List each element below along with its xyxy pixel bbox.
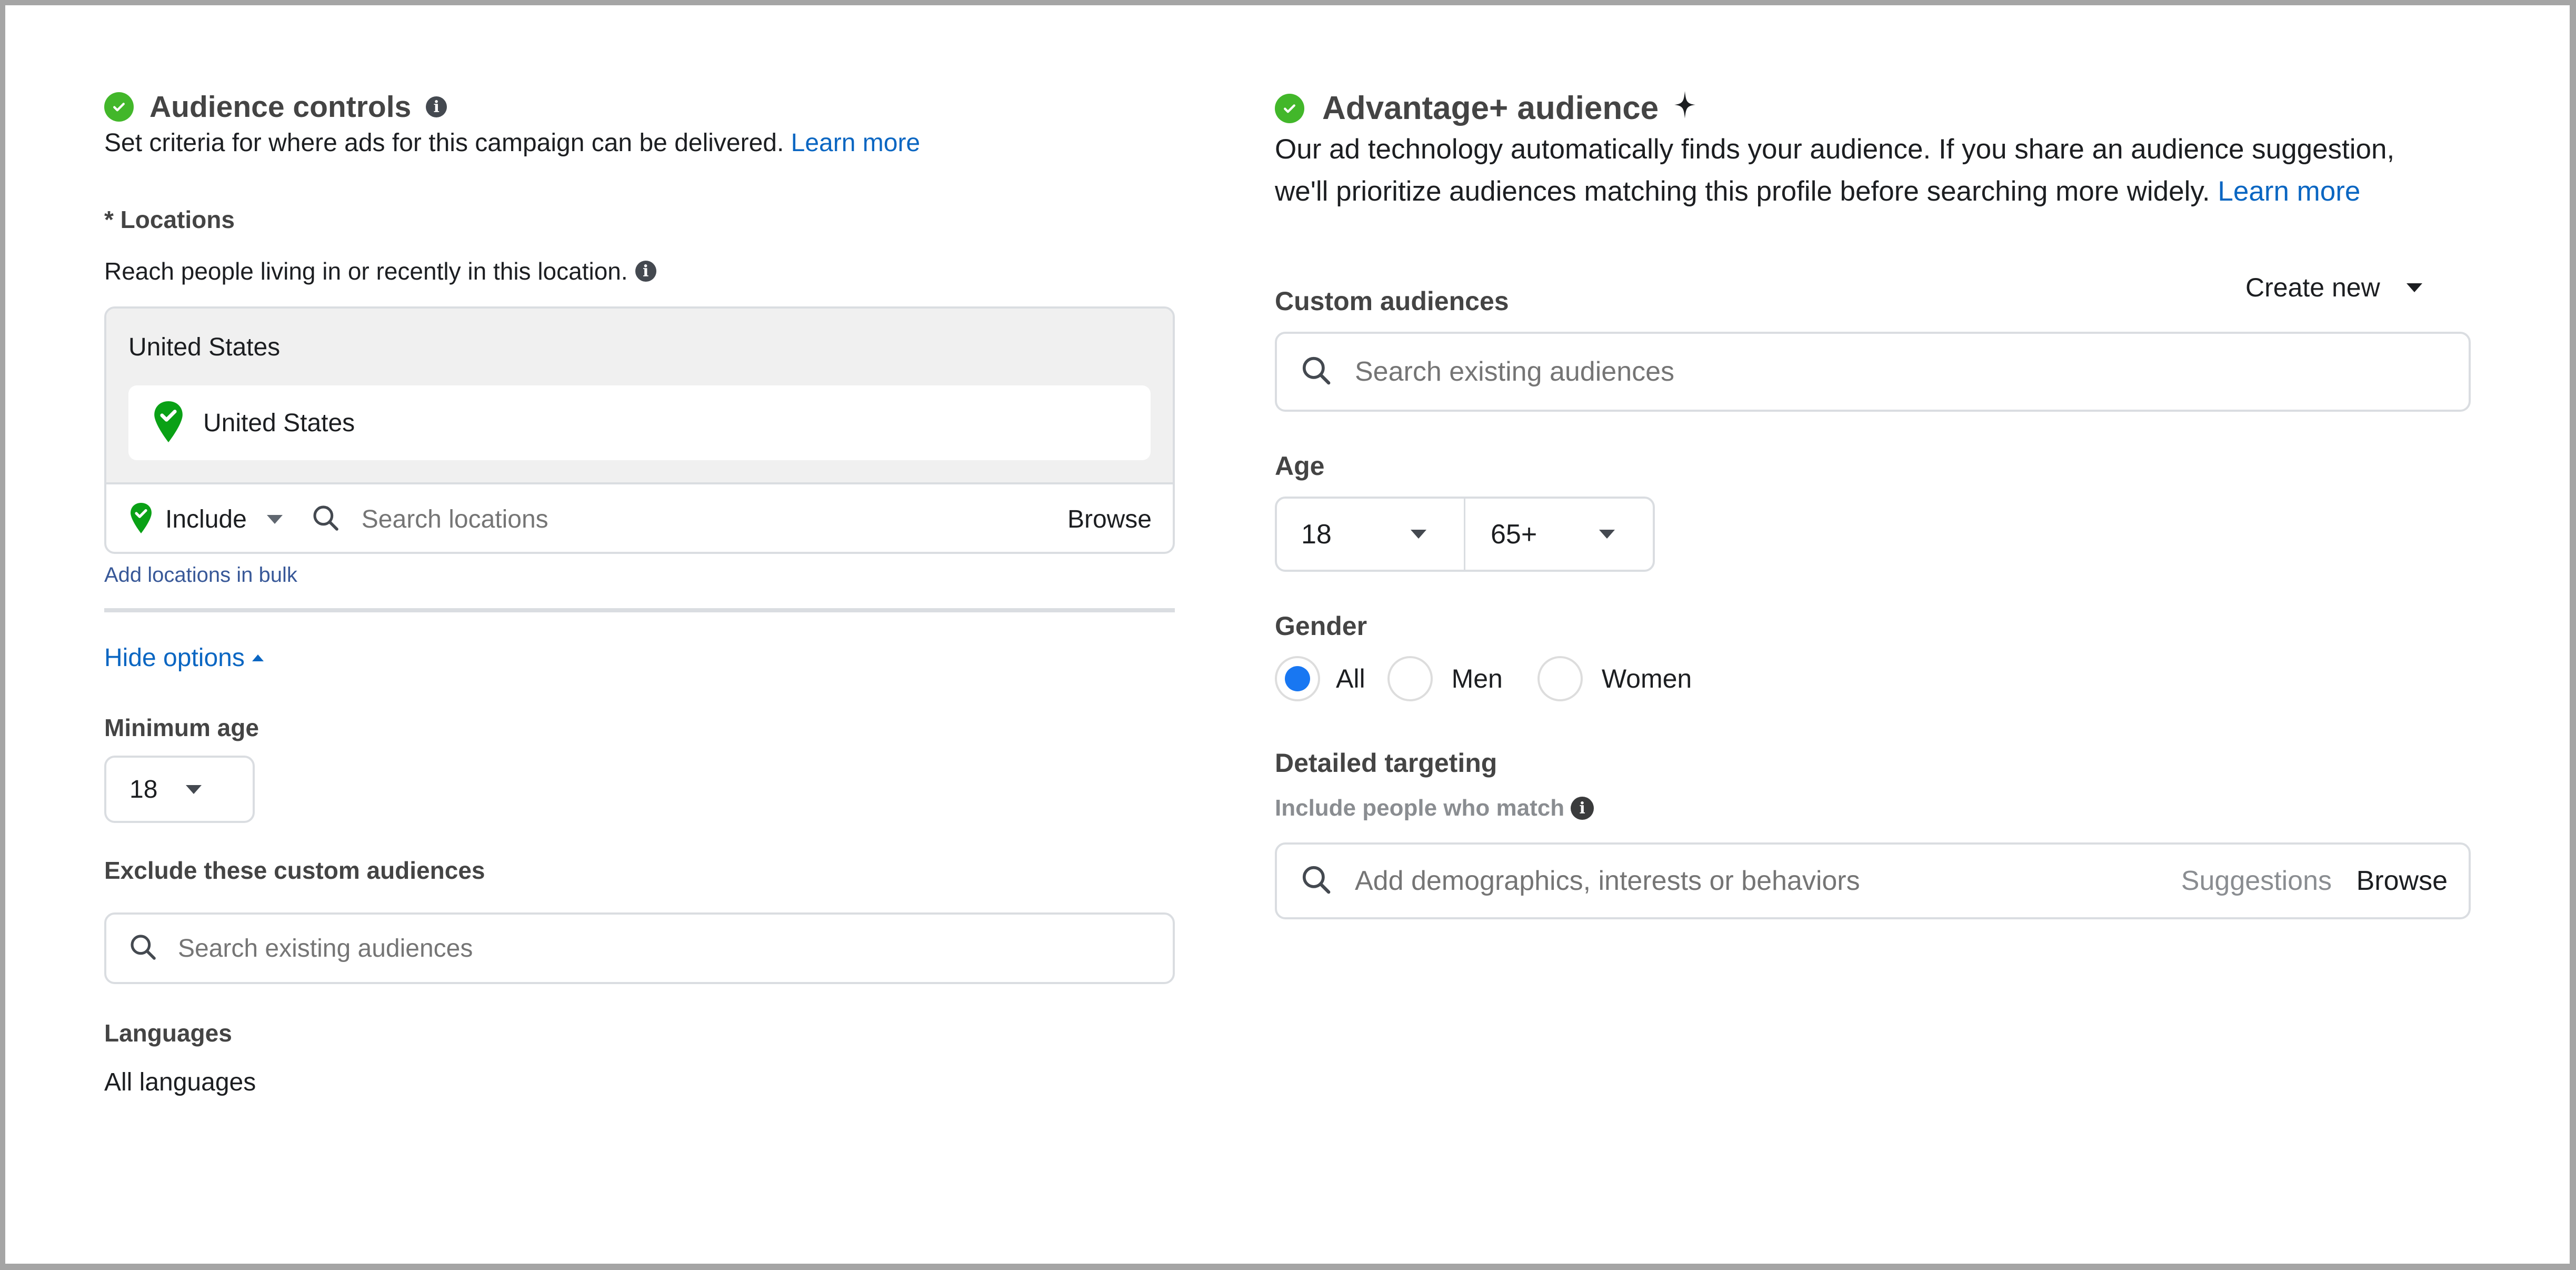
gender-option-label: Women [1601, 664, 1692, 693]
hide-options-toggle[interactable]: Hide options [104, 643, 264, 672]
age-label: Age [1275, 451, 1325, 481]
locations-selected-group: United States United States [106, 309, 1173, 484]
search-icon [128, 932, 158, 965]
search-locations-input[interactable] [360, 504, 994, 534]
advantage-audience-title: Advantage+ audience [1322, 90, 1659, 126]
browse-locations-button[interactable]: Browse [1067, 505, 1152, 534]
minimum-age-label: Minimum age [104, 714, 259, 741]
browse-targeting-button[interactable]: Browse [2357, 865, 2448, 897]
age-min-value: 18 [1301, 519, 1332, 550]
languages-label: Languages [104, 1019, 232, 1047]
check-circle-icon [104, 92, 134, 122]
age-range-selector: 18 65+ [1275, 497, 1655, 572]
minimum-age-dropdown[interactable]: 18 [104, 756, 255, 823]
audience-controls-header: Audience controls i [104, 90, 447, 124]
age-max-value: 65+ [1491, 519, 1537, 550]
create-new-label: Create new [2245, 273, 2380, 302]
include-label: Include [165, 505, 247, 533]
radio-unselected[interactable] [1537, 656, 1583, 701]
custom-audiences-label: Custom audiences [1275, 286, 1509, 316]
advantage-description: Our ad technology automatically finds yo… [1275, 128, 2394, 213]
audience-controls-title: Audience controls [149, 90, 412, 124]
info-icon[interactable]: i [1571, 797, 1594, 820]
search-icon [311, 503, 341, 535]
gender-option-label: All [1336, 664, 1365, 693]
create-new-dropdown[interactable]: Create new [2245, 272, 2422, 303]
chevron-down-icon [1599, 530, 1615, 539]
location-pin-check-icon [153, 401, 184, 445]
location-group-title: United States [128, 333, 281, 361]
info-icon[interactable]: i [426, 96, 447, 117]
radio-selected[interactable] [1275, 656, 1320, 701]
chevron-down-icon [2406, 283, 2422, 292]
location-item-label: United States [203, 409, 355, 437]
custom-audiences-search[interactable] [1275, 332, 2471, 412]
age-min-dropdown[interactable]: 18 [1277, 499, 1465, 570]
description-line-1: Our ad technology automatically finds yo… [1275, 134, 2395, 165]
languages-value[interactable]: All languages [104, 1068, 256, 1097]
locations-box: United States United States Include Brow… [104, 306, 1175, 554]
minimum-age-value: 18 [129, 775, 158, 803]
advantage-audience-header: Advantage+ audience [1275, 90, 1696, 127]
include-pin-icon [129, 502, 153, 536]
audience-controls-description: Set criteria for where ads for this camp… [104, 122, 920, 164]
detailed-targeting-search[interactable]: Suggestions Browse [1275, 842, 2471, 919]
section-divider [104, 608, 1175, 612]
check-circle-icon [1275, 93, 1304, 123]
age-max-dropdown[interactable]: 65+ [1465, 499, 1653, 570]
locations-helper-text: Reach people living in or recently in th… [104, 257, 628, 285]
locations-label: * Locations [104, 206, 235, 233]
radio-unselected[interactable] [1387, 656, 1433, 701]
gender-radio-group: All Men Women [1275, 656, 1692, 701]
add-locations-bulk-link[interactable]: Add locations in bulk [104, 563, 297, 587]
detailed-targeting-input[interactable] [1354, 865, 2093, 897]
description-text: Set criteria for where ads for this camp… [104, 129, 784, 157]
search-icon [1300, 864, 1333, 899]
info-icon[interactable]: i [635, 261, 656, 282]
gender-option-label: Men [1451, 664, 1503, 693]
include-dropdown[interactable]: Include [153, 505, 283, 534]
chevron-down-icon [186, 785, 202, 794]
gender-option-women[interactable]: Women [1537, 656, 1692, 701]
custom-audiences-input[interactable] [1354, 355, 2409, 388]
detailed-targeting-helper: Include people who match i [1275, 795, 1594, 821]
locations-helper: Reach people living in or recently in th… [104, 257, 656, 285]
chevron-up-icon [252, 654, 264, 661]
exclude-audiences-search[interactable] [104, 912, 1175, 984]
sparkle-icon [1674, 91, 1696, 126]
search-icon [1300, 354, 1333, 390]
hide-options-label: Hide options [104, 644, 245, 672]
detailed-targeting-label: Detailed targeting [1275, 748, 1497, 778]
chevron-down-icon [1410, 530, 1426, 539]
learn-more-link[interactable]: Learn more [791, 129, 920, 157]
chevron-down-icon [266, 514, 283, 524]
location-search-row: Include Browse [106, 484, 1173, 552]
gender-label: Gender [1275, 611, 1367, 641]
gender-option-all[interactable]: All [1275, 656, 1365, 701]
exclude-audiences-label: Exclude these custom audiences [104, 857, 485, 884]
gender-option-men[interactable]: Men [1387, 656, 1503, 701]
description-line-2: we'll prioritize audiences matching this… [1275, 176, 2210, 207]
suggestions-button[interactable]: Suggestions [2181, 865, 2332, 897]
helper-text: Include people who match [1275, 795, 1565, 821]
exclude-audiences-input[interactable] [177, 933, 1126, 964]
learn-more-link[interactable]: Learn more [2218, 176, 2360, 207]
location-item[interactable]: United States [128, 385, 1151, 460]
